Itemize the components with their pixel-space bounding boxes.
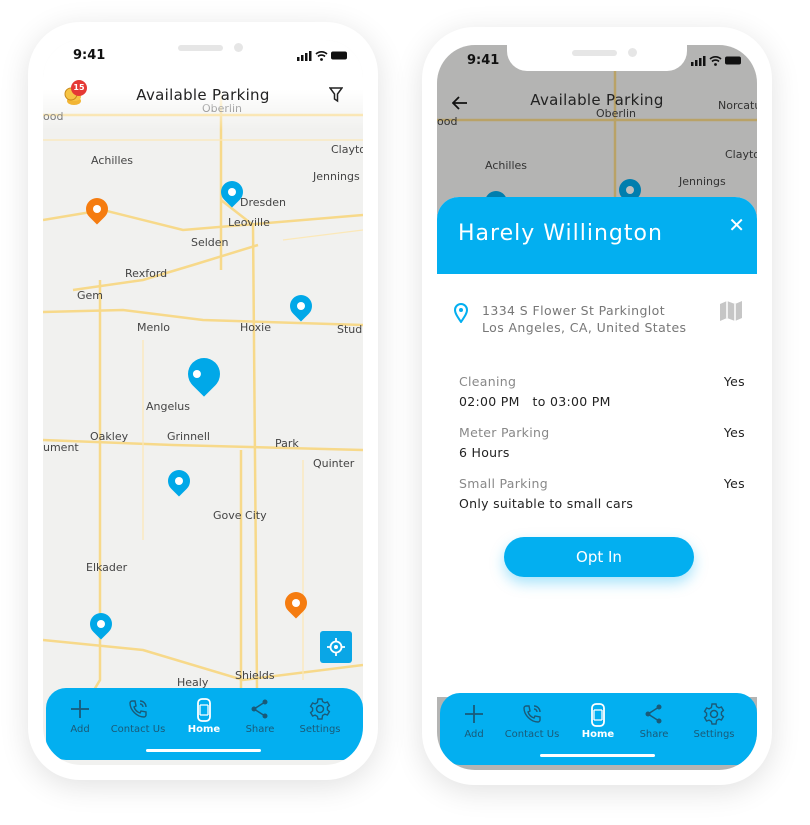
- nav-item-home[interactable]: Home: [174, 698, 234, 735]
- nav-label: Share: [245, 724, 275, 735]
- status-time: 9:41: [467, 53, 500, 68]
- nav-label: Home: [187, 724, 221, 735]
- map-label: Dresden: [240, 196, 286, 209]
- map[interactable]: Oberlin ood Achilles Clayto Jennings Dre…: [43, 40, 363, 765]
- address-line-1: 1334 S Flower St Parkinglot: [482, 303, 666, 318]
- home-indicator: [540, 754, 655, 757]
- car-icon: [174, 698, 234, 724]
- phone-map-screen: Oberlin ood Achilles Clayto Jennings Dre…: [28, 22, 378, 780]
- crosshair-icon: [327, 638, 345, 656]
- map-icon[interactable]: [720, 301, 742, 321]
- nav-item-settings[interactable]: Settings: [290, 698, 350, 735]
- opt-in-button[interactable]: Opt In: [504, 537, 694, 577]
- map-label: Shields: [235, 669, 275, 682]
- owner-name: Harely Willington: [458, 221, 663, 246]
- nav-item-add[interactable]: Add: [444, 703, 504, 740]
- share-icon: [230, 698, 290, 724]
- bottom-nav: Add Contact Us Home Share Settings: [46, 688, 363, 760]
- filter-icon[interactable]: [329, 87, 343, 103]
- gear-icon: [290, 698, 350, 724]
- map-label: Studl: [337, 323, 363, 336]
- notch: [113, 40, 293, 66]
- status-time: 9:41: [73, 48, 106, 63]
- nav-label: Share: [639, 729, 669, 740]
- page-title: Available Parking: [530, 91, 664, 109]
- nav-item-share[interactable]: Share: [230, 698, 290, 735]
- nav-label: Settings: [299, 724, 341, 735]
- nav-item-share[interactable]: Share: [624, 703, 684, 740]
- map-label: Elkader: [86, 561, 128, 574]
- nav-label: Contact Us: [110, 724, 166, 735]
- sheet-header: Harely Willington ✕: [437, 197, 757, 274]
- nav-label: Settings: [693, 729, 735, 740]
- map-label: Hoxie: [240, 321, 271, 334]
- phone-icon: [502, 703, 562, 729]
- phone-detail-screen: Oberlin ood Norcatu Achilles Clayto Jenn…: [422, 27, 772, 785]
- signal-wifi-battery-icon: [297, 51, 347, 61]
- screen: Oberlin ood Achilles Clayto Jennings Dre…: [43, 40, 363, 765]
- map-label: Gem: [77, 289, 104, 302]
- location-pin-icon: [454, 303, 468, 323]
- bottom-nav: Add Contact Us Home Share Settings: [440, 693, 757, 765]
- map-label: Clayto: [331, 143, 363, 156]
- map-label: ument: [43, 441, 79, 454]
- nav-item-settings[interactable]: Settings: [684, 703, 744, 740]
- parking-detail-sheet: Harely Willington ✕ 1334 S Flower St Par…: [437, 197, 757, 697]
- car-icon: [568, 703, 628, 729]
- gear-icon: [684, 703, 744, 729]
- map-label: Rexford: [125, 267, 168, 280]
- map-label: Achilles: [91, 154, 134, 167]
- nav-item-contact-us[interactable]: Contact Us: [108, 698, 168, 735]
- info-row-small: Small Parking Only suitable to small cars…: [459, 476, 745, 511]
- home-indicator: [146, 749, 261, 752]
- nav-item-contact-us[interactable]: Contact Us: [502, 703, 562, 740]
- info-row-cleaning: Cleaning 02:00 PM to 03:00 PM Yes: [459, 374, 745, 409]
- map-label: Menlo: [137, 321, 171, 334]
- nav-label: Add: [464, 729, 484, 740]
- phone-icon: [108, 698, 168, 724]
- info-row-meter: Meter Parking 6 Hours Yes: [459, 425, 745, 460]
- nav-label: Add: [70, 724, 90, 735]
- plus-icon: [50, 698, 110, 724]
- map-label: Leoville: [228, 216, 270, 229]
- map-label: Quinter: [313, 457, 355, 470]
- locate-me-button[interactable]: [320, 631, 352, 663]
- map-label: Jennings: [313, 170, 360, 183]
- nav-item-add[interactable]: Add: [50, 698, 110, 735]
- nav-label: Contact Us: [504, 729, 560, 740]
- map-label: Grinnell: [167, 430, 210, 443]
- address-line-2: Los Angeles, CA, United States: [482, 320, 687, 335]
- nav-label: Home: [581, 729, 615, 740]
- share-icon: [624, 703, 684, 729]
- map-label: Gove City: [213, 509, 267, 522]
- map-label: Angelus: [146, 400, 191, 413]
- notch: [507, 45, 687, 71]
- nav-item-home[interactable]: Home: [568, 703, 628, 740]
- close-icon[interactable]: ✕: [728, 213, 745, 237]
- map-label: Park: [275, 437, 299, 450]
- map-label: Oakley: [90, 430, 129, 443]
- signal-wifi-battery-icon: [691, 56, 741, 66]
- screen: Oberlin ood Norcatu Achilles Clayto Jenn…: [437, 45, 757, 770]
- map-label: Selden: [191, 236, 229, 249]
- page-title: Available Parking: [136, 86, 270, 104]
- map-roads: [43, 40, 363, 707]
- plus-icon: [444, 703, 504, 729]
